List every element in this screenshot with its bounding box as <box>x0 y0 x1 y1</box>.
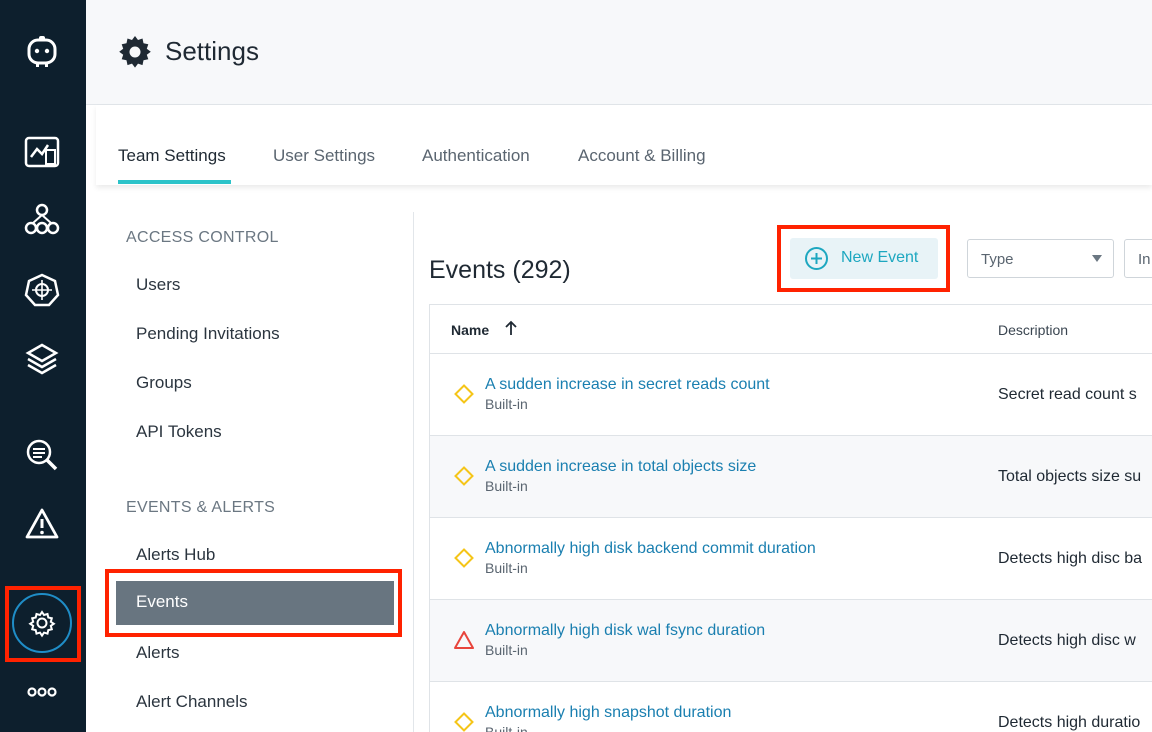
sidenav-item-alerts[interactable]: Alerts <box>136 643 179 663</box>
critical-triangle-icon <box>454 631 474 649</box>
more-icon[interactable] <box>21 671 63 713</box>
dashboard-icon[interactable] <box>21 131 63 173</box>
event-source: Built-in <box>485 724 528 732</box>
new-event-button[interactable]: New Event <box>790 238 938 279</box>
log-search-icon[interactable] <box>21 434 63 476</box>
plus-circle-icon <box>805 247 828 270</box>
event-name-link[interactable]: A sudden increase in secret reads count <box>485 376 770 394</box>
layers-icon[interactable] <box>21 338 63 380</box>
sidenav-item-groups[interactable]: Groups <box>136 373 192 393</box>
table-row[interactable]: Abnormally high disk wal fsync duration … <box>430 600 1152 682</box>
tab-account-billing[interactable]: Account & Billing <box>578 146 706 166</box>
warning-diamond-icon <box>454 712 474 732</box>
sort-ascending-icon[interactable] <box>504 320 518 336</box>
gear-icon <box>28 610 56 638</box>
sidenav-item-users[interactable]: Users <box>136 275 180 295</box>
events-table: Name Description A sudden increase in se… <box>429 304 1152 732</box>
event-description: Total objects size su <box>998 468 1142 485</box>
kubernetes-icon[interactable] <box>21 269 63 311</box>
warning-diamond-icon <box>454 466 474 486</box>
settings-gear-icon <box>119 36 151 68</box>
clusters-icon[interactable] <box>21 199 63 241</box>
event-source: Built-in <box>485 560 528 576</box>
warning-diamond-icon <box>454 384 474 404</box>
event-description: Detects high duratio <box>998 714 1141 731</box>
event-description: Detects high disc ba <box>998 550 1143 567</box>
event-source: Built-in <box>485 478 528 494</box>
event-name-link[interactable]: Abnormally high disk wal fsync duration <box>485 622 765 640</box>
sidenav-item-alert-channels[interactable]: Alert Channels <box>136 692 248 712</box>
second-filter-label: In <box>1138 251 1151 268</box>
event-name-link[interactable]: A sudden increase in total objects size <box>485 458 756 476</box>
page-title: Settings <box>165 36 259 66</box>
new-event-label: New Event <box>841 249 919 266</box>
table-row[interactable]: Abnormally high disk backend commit dura… <box>430 518 1152 600</box>
event-name-link[interactable]: Abnormally high snapshot duration <box>485 704 731 722</box>
settings-nav-button[interactable] <box>12 593 72 653</box>
type-filter-label: Type <box>981 251 1014 268</box>
table-row[interactable]: A sudden increase in secret reads count … <box>430 354 1152 436</box>
type-filter-select[interactable]: Type <box>967 239 1114 278</box>
event-source: Built-in <box>485 396 528 412</box>
sidenav-item-pending-invitations[interactable]: Pending Invitations <box>136 324 280 344</box>
events-heading: Events (292) <box>429 256 571 284</box>
column-header-name[interactable]: Name <box>451 322 489 338</box>
tab-user-settings[interactable]: User Settings <box>273 146 375 166</box>
active-tab-indicator <box>118 180 231 184</box>
sidenav-item-api-tokens[interactable]: API Tokens <box>136 422 222 442</box>
logo-icon[interactable] <box>21 31 63 73</box>
section-label-access-control: ACCESS CONTROL <box>126 229 279 246</box>
table-row[interactable]: Abnormally high snapshot duration Built-… <box>430 682 1152 732</box>
table-row[interactable]: A sudden increase in total objects size … <box>430 436 1152 518</box>
warning-diamond-icon <box>454 548 474 568</box>
event-source: Built-in <box>485 642 528 658</box>
table-header: Name Description <box>430 305 1152 354</box>
section-label-events-alerts: EVENTS & ALERTS <box>126 499 276 516</box>
settings-sidenav: ACCESS CONTROL Users Pending Invitations… <box>96 212 414 732</box>
chevron-down-icon <box>1092 255 1102 262</box>
app-rail <box>0 0 86 732</box>
event-name-link[interactable]: Abnormally high disk backend commit dura… <box>485 540 816 558</box>
tab-authentication[interactable]: Authentication <box>422 146 530 166</box>
sidenav-item-alerts-hub[interactable]: Alerts Hub <box>136 545 215 565</box>
settings-tabs: Team Settings User Settings Authenticati… <box>96 105 1152 185</box>
second-filter-select[interactable]: In <box>1124 239 1152 278</box>
page-header: Settings <box>86 0 1152 105</box>
alert-warning-icon[interactable] <box>21 503 63 545</box>
column-header-description[interactable]: Description <box>998 322 1068 338</box>
event-description: Detects high disc w <box>998 632 1136 649</box>
event-description: Secret read count s <box>998 386 1137 403</box>
tab-team-settings[interactable]: Team Settings <box>118 146 226 166</box>
events-highlight-box <box>105 569 402 637</box>
